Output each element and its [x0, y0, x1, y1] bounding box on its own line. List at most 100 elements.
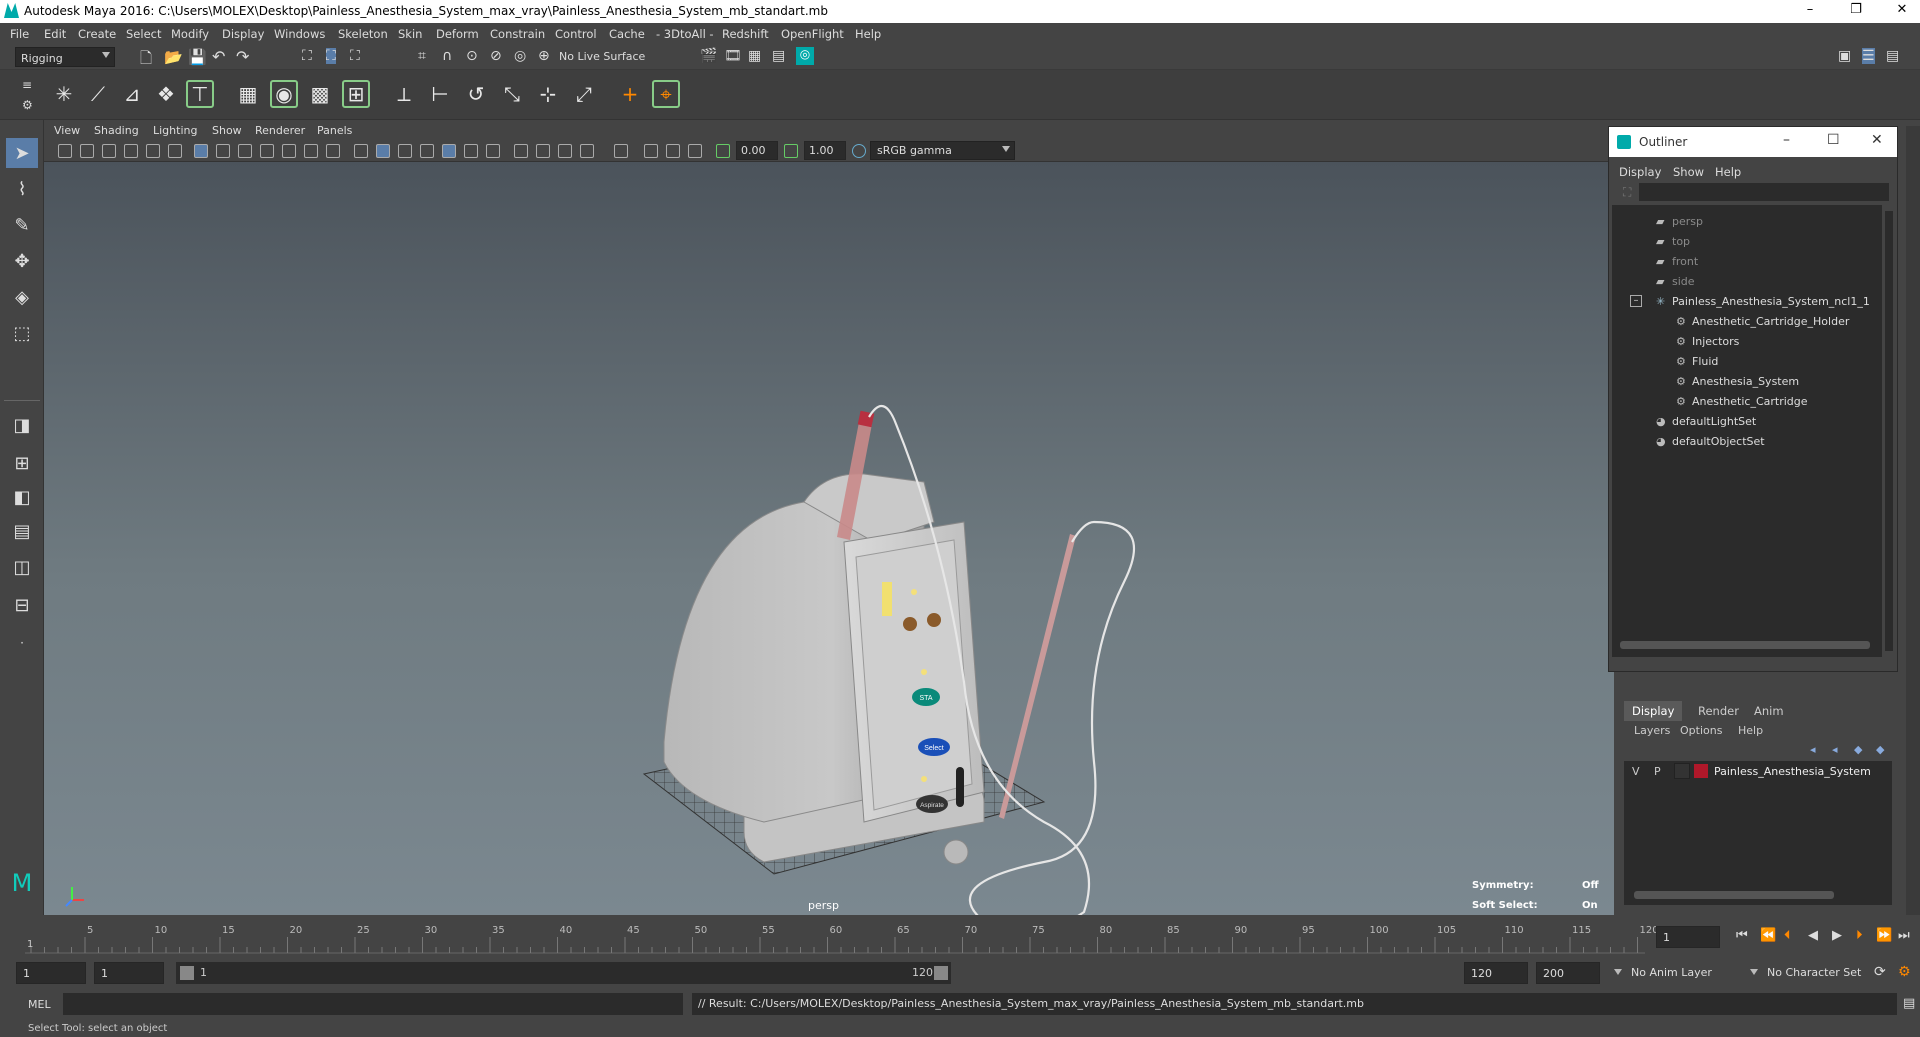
script-editor-icon[interactable]: ▤: [1903, 996, 1915, 1011]
wireframe-icon[interactable]: [354, 144, 368, 158]
tool-settings-icon[interactable]: ▤: [1886, 48, 1899, 64]
outliner-layout-icon[interactable]: ·: [6, 628, 38, 658]
layer-display-type[interactable]: [1674, 763, 1690, 779]
layer-menu-options[interactable]: Options: [1680, 724, 1722, 737]
xray-joints-icon[interactable]: [644, 144, 658, 158]
move-tool-icon[interactable]: ✥: [6, 246, 38, 276]
layer-name[interactable]: Painless_Anesthesia_System: [1714, 765, 1871, 778]
menu-file[interactable]: File: [10, 27, 29, 41]
snap-curve-icon[interactable]: ∩: [442, 48, 452, 64]
resolution-gate-icon[interactable]: [238, 144, 252, 158]
panel-menu-shading[interactable]: Shading: [94, 124, 139, 137]
minimize-button[interactable]: –: [1790, 2, 1830, 21]
snap-surface-icon[interactable]: ◎: [514, 48, 526, 64]
playback-start-field[interactable]: 1: [94, 962, 164, 984]
safe-title-icon[interactable]: [326, 144, 340, 158]
outliner-item-mesh[interactable]: ⚙ Anesthetic_Cartridge: [1676, 395, 1808, 413]
render-frame-icon[interactable]: 🎬: [700, 48, 717, 64]
outliner-item-mesh[interactable]: ⚙ Injectors: [1676, 335, 1739, 353]
outliner-item-set[interactable]: ◕ defaultLightSet: [1656, 415, 1756, 433]
snap-grid-icon[interactable]: ⌗: [418, 48, 426, 64]
snap-point-icon[interactable]: ⊙: [466, 48, 478, 64]
open-scene-icon[interactable]: 📂: [164, 48, 183, 66]
default-lighting-icon[interactable]: [398, 144, 412, 158]
outliner-search-input[interactable]: [1639, 183, 1889, 201]
anti-aliasing-icon[interactable]: [558, 144, 572, 158]
hypershade-icon[interactable]: ◎: [796, 47, 814, 65]
shadows-icon[interactable]: [464, 144, 478, 158]
smooth-bind-icon[interactable]: ◉: [270, 80, 298, 108]
menu-select[interactable]: Select: [126, 27, 161, 41]
outliner-menu-help[interactable]: Help: [1715, 165, 1741, 179]
menu-display[interactable]: Display: [222, 27, 264, 41]
paint-weights-icon[interactable]: ▩: [306, 80, 334, 108]
four-pane-layout-icon[interactable]: ⊞: [6, 448, 38, 478]
two-pane-layout-icon[interactable]: ◧: [6, 482, 38, 512]
smooth-shade-icon[interactable]: [376, 144, 390, 158]
outliner-item-top[interactable]: ▰ top: [1656, 235, 1690, 253]
menu-set-dropdown[interactable]: Rigging: [15, 47, 115, 67]
menu-redshift[interactable]: Redshift: [722, 27, 769, 41]
outliner-filter-icon[interactable]: ⛶: [1623, 185, 1631, 200]
orient-constraint-icon[interactable]: ↺: [462, 80, 490, 108]
outliner-maximize-button[interactable]: ☐: [1827, 132, 1840, 148]
menu-cache[interactable]: Cache: [609, 27, 645, 41]
camera-attributes-icon[interactable]: [80, 144, 94, 158]
depth-of-field-icon[interactable]: [580, 144, 594, 158]
outliner-menu-display[interactable]: Display: [1619, 165, 1661, 179]
play-forward-icon[interactable]: ▶: [1832, 928, 1842, 943]
outliner-item-group[interactable]: ✳ Painless_Anesthesia_System_ncl1_1: [1656, 295, 1870, 313]
layer-row[interactable]: V P Painless_Anesthesia_System: [1624, 761, 1892, 781]
backface-icon[interactable]: [688, 144, 702, 158]
animation-start-field[interactable]: 1: [16, 962, 86, 984]
persp-outliner-layout-icon[interactable]: ▤: [6, 516, 38, 546]
outliner-item-mesh[interactable]: ⚙ Anesthesia_System: [1676, 375, 1799, 393]
ipr-render-icon[interactable]: ▦: [748, 48, 761, 64]
hypershade-layout-icon[interactable]: ⊟: [6, 590, 38, 620]
menu-control[interactable]: Control: [555, 27, 597, 41]
layer-menu-help[interactable]: Help: [1738, 724, 1763, 737]
gamma-icon[interactable]: [784, 144, 798, 158]
menu-modify[interactable]: Modify: [171, 27, 209, 41]
range-slider-start-handle[interactable]: [180, 966, 194, 980]
menu-windows[interactable]: Windows: [274, 27, 325, 41]
step-forward-icon[interactable]: ⏩: [1876, 928, 1892, 943]
outliner-item-mesh[interactable]: ⚙ Fluid: [1676, 355, 1718, 373]
outliner-item-side[interactable]: ▰ side: [1656, 275, 1695, 293]
grease-pencil-icon[interactable]: [168, 144, 182, 158]
safe-action-icon[interactable]: [304, 144, 318, 158]
exposure-icon[interactable]: [716, 144, 730, 158]
outliner-item-mesh[interactable]: ⚙ Anesthetic_Cartridge_Holder: [1676, 315, 1849, 333]
go-to-start-icon[interactable]: ⏮: [1736, 928, 1748, 943]
outliner-close-button[interactable]: ✕: [1871, 132, 1883, 148]
channel-box-toggle-icon[interactable]: ☰: [1862, 48, 1875, 64]
snap-view-icon[interactable]: ⊘: [490, 48, 502, 64]
gate-mask-icon[interactable]: [260, 144, 274, 158]
shelf-settings-icon[interactable]: ⚙: [22, 98, 33, 112]
outliner-menu-show[interactable]: Show: [1673, 165, 1704, 179]
playback-end-field[interactable]: 120: [1464, 962, 1528, 984]
undo-icon[interactable]: ↶: [212, 47, 225, 66]
shelf-menu-icon[interactable]: ≡: [22, 78, 32, 92]
menu-create[interactable]: Create: [78, 27, 116, 41]
restore-button[interactable]: ❐: [1836, 2, 1876, 21]
menu-help[interactable]: Help: [855, 27, 881, 41]
new-empty-layer-icon[interactable]: ◆: [1854, 743, 1862, 756]
select-component-icon[interactable]: ⛶: [350, 48, 360, 64]
isolate-select-icon[interactable]: [614, 144, 628, 158]
single-pane-layout-icon[interactable]: ◨: [6, 410, 38, 440]
time-slider[interactable]: 5 10 15 20 25 30 35 40 45 50 55 60 65 70 75 80 85 90 95 100…: [0, 915, 1920, 955]
scale-constraint-icon[interactable]: ⤡: [498, 80, 526, 108]
grid-toggle-icon[interactable]: [194, 144, 208, 158]
lasso-tool-icon[interactable]: ⌇: [6, 174, 38, 204]
move-layer-down-icon[interactable]: ◂: [1832, 743, 1838, 756]
command-language-label[interactable]: MEL: [28, 998, 51, 1011]
menu-3dtoall[interactable]: - 3DtoAll -: [656, 27, 714, 41]
layer-visibility-toggle[interactable]: V: [1632, 765, 1640, 778]
modeling-toolkit-icon[interactable]: ▣: [1838, 48, 1851, 64]
cluster-icon[interactable]: ⟂: [390, 80, 418, 108]
scale-tool-icon[interactable]: ⬚: [6, 318, 38, 348]
xray-active-icon[interactable]: [666, 144, 680, 158]
two-d-pan-icon[interactable]: [146, 144, 160, 158]
menu-deform[interactable]: Deform: [436, 27, 479, 41]
